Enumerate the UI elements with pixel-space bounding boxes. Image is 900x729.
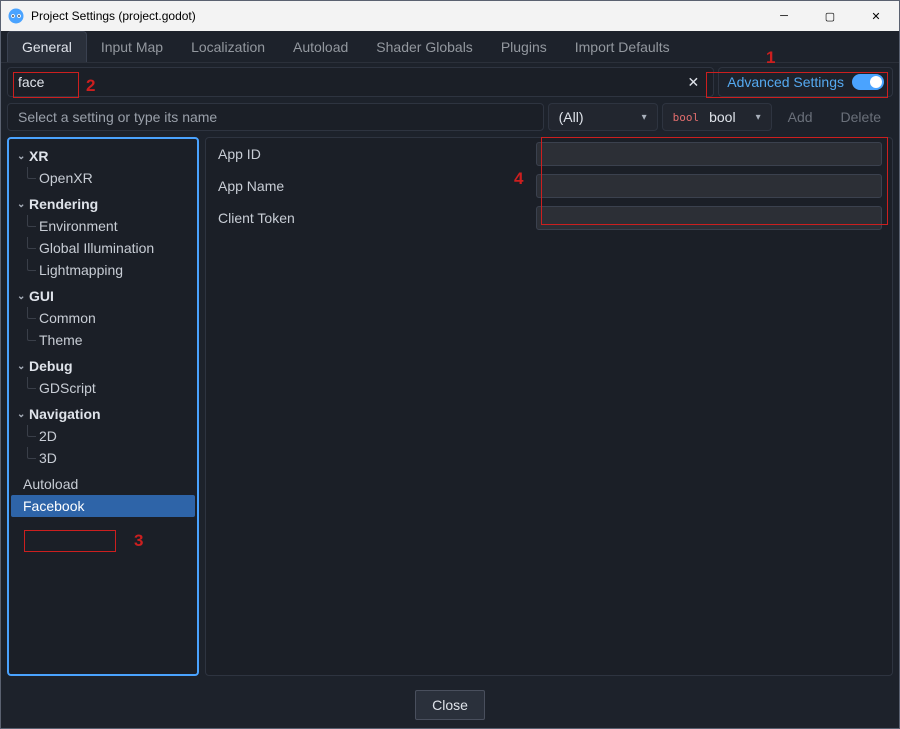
property-input[interactable] xyxy=(536,174,882,198)
tab-general[interactable]: General xyxy=(7,31,87,62)
tree-item-environment[interactable]: Environment xyxy=(11,215,195,237)
property-input[interactable] xyxy=(536,206,882,230)
inspector: App ID App Name Client Token xyxy=(205,137,893,676)
property-row-client-token: Client Token xyxy=(206,202,892,234)
tab-shader-globals[interactable]: Shader Globals xyxy=(362,32,487,62)
tree-item-facebook[interactable]: Facebook xyxy=(11,495,195,517)
tree-group-navigation[interactable]: ⌄Navigation xyxy=(11,403,195,425)
tab-autoload[interactable]: Autoload xyxy=(279,32,362,62)
settings-tree[interactable]: ⌄XROpenXR ⌄RenderingEnvironmentGlobal Ill… xyxy=(7,137,199,676)
property-label: App Name xyxy=(206,178,536,194)
tree-item-gdscript[interactable]: GDScript xyxy=(11,377,195,399)
tree-item-global-illumination[interactable]: Global Illumination xyxy=(11,237,195,259)
tree-group-gui[interactable]: ⌄GUI xyxy=(11,285,195,307)
tree-item-autoload[interactable]: Autoload xyxy=(11,473,195,495)
add-button[interactable]: Add xyxy=(776,103,825,131)
close-button[interactable]: Close xyxy=(415,690,485,720)
minimize-button[interactable]: ─ xyxy=(761,1,807,31)
window-title: Project Settings (project.godot) xyxy=(31,9,196,23)
type-dropdown[interactable]: bool bool ▾ xyxy=(662,103,772,131)
close-window-button[interactable]: ✕ xyxy=(853,1,899,31)
property-row-app-id: App ID xyxy=(206,138,892,170)
godot-icon xyxy=(7,7,25,25)
advanced-settings-label: Advanced Settings xyxy=(727,74,844,90)
clear-filter-icon[interactable]: ✕ xyxy=(684,74,704,91)
bool-icon: bool xyxy=(673,111,700,124)
tree-item-3d[interactable]: 3D xyxy=(11,447,195,469)
filter-input[interactable]: face ✕ xyxy=(7,67,714,97)
setting-name-input[interactable]: Select a setting or type its name xyxy=(7,103,544,131)
property-label: Client Token xyxy=(206,210,536,226)
chevron-down-icon: ▾ xyxy=(756,112,761,123)
tree-group-debug[interactable]: ⌄Debug xyxy=(11,355,195,377)
maximize-button[interactable]: ▢ xyxy=(807,1,853,31)
tab-strip: GeneralInput MapLocalizationAutoloadShad… xyxy=(1,31,899,63)
tree-item-theme[interactable]: Theme xyxy=(11,329,195,351)
tree-item-2d[interactable]: 2D xyxy=(11,425,195,447)
advanced-settings-toggle[interactable]: Advanced Settings xyxy=(718,67,893,97)
tab-import-defaults[interactable]: Import Defaults xyxy=(561,32,684,62)
section-dropdown[interactable]: (All) ▾ xyxy=(548,103,658,131)
tab-plugins[interactable]: Plugins xyxy=(487,32,561,62)
toggle-icon xyxy=(852,74,884,90)
setting-name-placeholder: Select a setting or type its name xyxy=(18,109,217,125)
tab-localization[interactable]: Localization xyxy=(177,32,279,62)
filter-value: face xyxy=(18,74,44,90)
tree-group-rendering[interactable]: ⌄Rendering xyxy=(11,193,195,215)
tree-item-common[interactable]: Common xyxy=(11,307,195,329)
property-row-app-name: App Name xyxy=(206,170,892,202)
tree-item-lightmapping[interactable]: Lightmapping xyxy=(11,259,195,281)
tab-input-map[interactable]: Input Map xyxy=(87,32,177,62)
chevron-down-icon: ▾ xyxy=(642,112,647,123)
delete-button[interactable]: Delete xyxy=(829,103,893,131)
tree-item-openxr[interactable]: OpenXR xyxy=(11,167,195,189)
titlebar: Project Settings (project.godot) ─ ▢ ✕ xyxy=(1,1,899,31)
tree-group-xr[interactable]: ⌄XR xyxy=(11,145,195,167)
property-label: App ID xyxy=(206,146,536,162)
property-input[interactable] xyxy=(536,142,882,166)
